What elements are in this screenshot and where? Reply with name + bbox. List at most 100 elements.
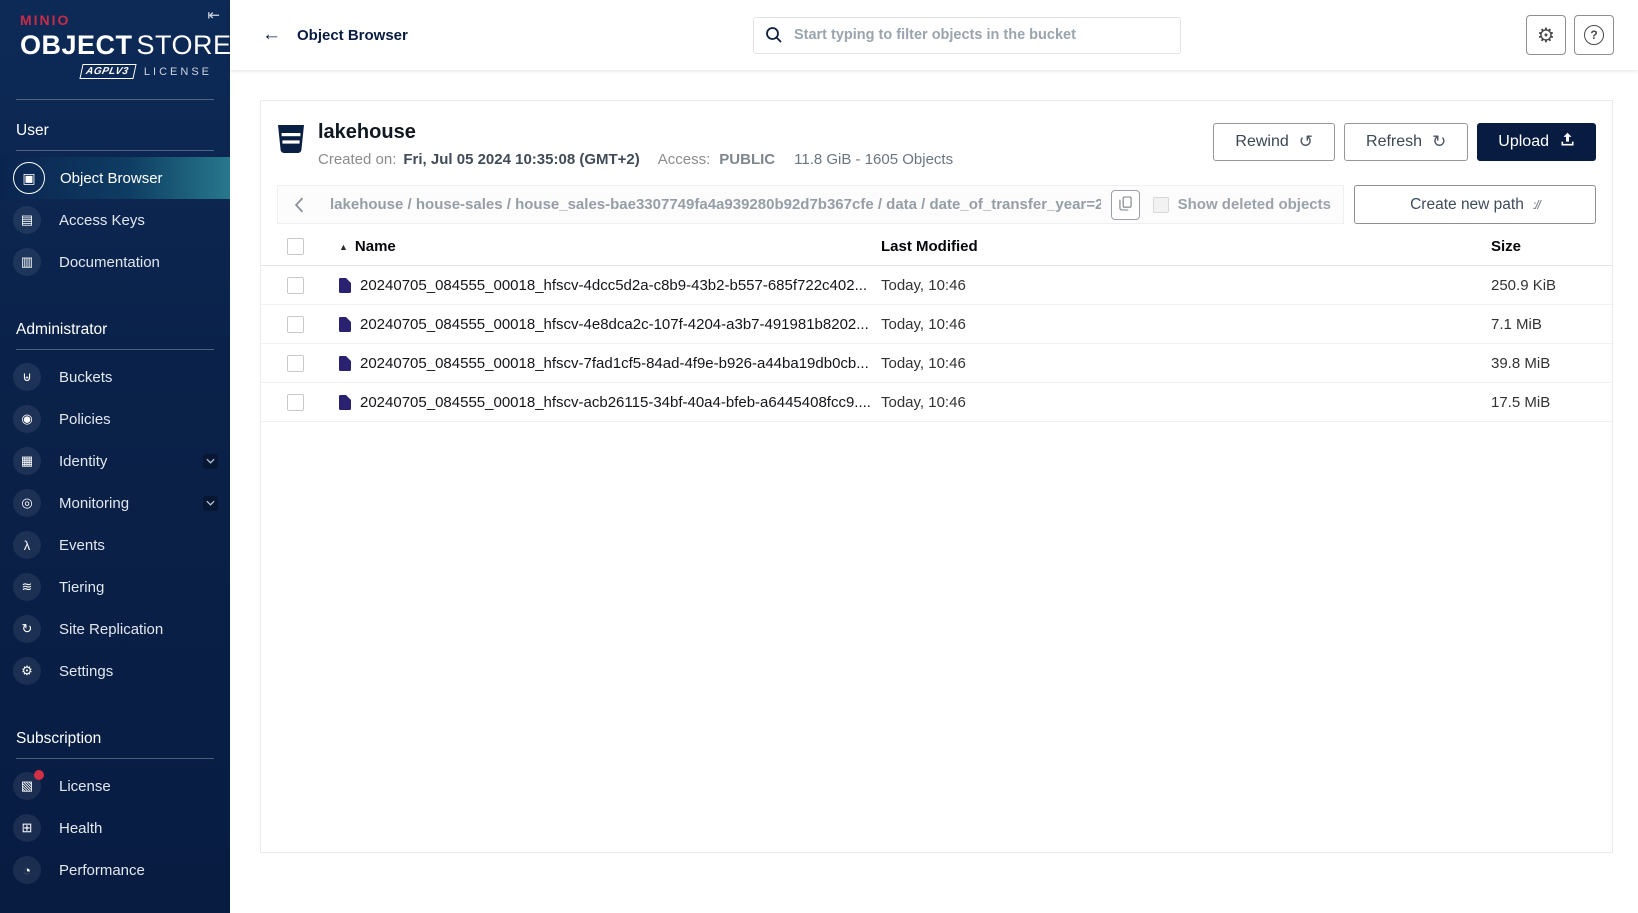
- search-input[interactable]: [753, 17, 1181, 54]
- sidebar-item-label: Events: [59, 537, 105, 554]
- row-checkbox[interactable]: [287, 316, 304, 333]
- access-label: Access:: [658, 151, 711, 168]
- show-deleted-toggle: Show deleted objects: [1153, 196, 1331, 213]
- bucket-usage: 11.8 GiB - 1605 Objects: [794, 151, 953, 168]
- sidebar-item-label: Buckets: [59, 369, 112, 386]
- agpl-badge: AGPLV3: [80, 64, 138, 79]
- object-name[interactable]: 20240705_084555_00018_hfscv-4e8dca2c-107…: [360, 316, 869, 333]
- object-size: 7.1 MiB: [1491, 316, 1596, 333]
- sidebar-item-label: Policies: [59, 411, 111, 428]
- upload-button-label: Upload: [1498, 133, 1549, 151]
- bucket-meta: Created on: Fri, Jul 05 2024 10:35:08 (G…: [318, 151, 1213, 168]
- object-modified: Today, 10:46: [881, 394, 1491, 411]
- copy-path-button[interactable]: [1111, 190, 1140, 220]
- table-row[interactable]: 20240705_084555_00018_hfscv-acb26115-34b…: [261, 383, 1612, 422]
- topbar: ← Object Browser ⚙ ?: [230, 0, 1638, 70]
- settings-gear-button[interactable]: ⚙: [1526, 15, 1566, 55]
- sidebar-item-label: Documentation: [59, 254, 160, 271]
- rewind-button-label: Rewind: [1235, 133, 1288, 151]
- sidebar-item-policies[interactable]: ◉ Policies: [0, 398, 230, 440]
- copy-icon: [1119, 196, 1132, 214]
- sidebar: ⇤ MINIO OBJECTSTORE AGPLV3 LICENSE User …: [0, 0, 230, 913]
- row-checkbox[interactable]: [287, 394, 304, 411]
- section-rule: [16, 758, 214, 759]
- object-name[interactable]: 20240705_084555_00018_hfscv-7fad1cf5-84a…: [360, 355, 869, 372]
- upload-icon: [1560, 132, 1575, 152]
- chevron-down-icon[interactable]: [203, 454, 218, 469]
- license-icon: ▧: [13, 772, 41, 800]
- create-new-path-button[interactable]: Create new path ://: [1354, 185, 1596, 224]
- bucket-browser-card: lakehouse Created on: Fri, Jul 05 2024 1…: [260, 100, 1613, 853]
- objects-table: ▲ Name Last Modified Size 20240705_08455…: [261, 228, 1612, 422]
- back-arrow-icon[interactable]: ←: [262, 24, 281, 46]
- sidebar-item-documentation[interactable]: ▥ Documentation: [0, 241, 230, 283]
- sidebar-item-settings[interactable]: ⚙ Settings: [0, 650, 230, 692]
- create-new-path-label: Create new path: [1410, 196, 1524, 214]
- sidebar-item-license[interactable]: ▧ License: [0, 765, 230, 807]
- object-name[interactable]: 20240705_084555_00018_hfscv-4dcc5d2a-c8b…: [360, 277, 867, 294]
- file-icon: [339, 356, 351, 371]
- upload-button[interactable]: Upload: [1477, 123, 1596, 161]
- name-header-label: Name: [355, 238, 396, 255]
- row-checkbox[interactable]: [287, 277, 304, 294]
- product-name-store: STORE: [137, 30, 232, 60]
- file-icon: [339, 395, 351, 410]
- access-value[interactable]: PUBLIC: [719, 151, 775, 168]
- object-name[interactable]: 20240705_084555_00018_hfscv-acb26115-34b…: [360, 394, 871, 411]
- refresh-button[interactable]: Refresh ↻: [1344, 123, 1468, 161]
- help-button[interactable]: ?: [1574, 15, 1614, 55]
- chevron-down-icon[interactable]: [203, 496, 218, 511]
- access-keys-icon: ▤: [13, 206, 41, 234]
- object-name-cell[interactable]: 20240705_084555_00018_hfscv-acb26115-34b…: [339, 394, 881, 411]
- sidebar-item-site-replication[interactable]: ↻ Site Replication: [0, 608, 230, 650]
- table-row[interactable]: 20240705_084555_00018_hfscv-4e8dca2c-107…: [261, 305, 1612, 344]
- object-size: 250.9 KiB: [1491, 277, 1596, 294]
- sidebar-item-object-browser[interactable]: ▣ Object Browser: [0, 157, 230, 199]
- rewind-icon: ↺: [1299, 132, 1313, 152]
- section-title-subscription: Subscription: [0, 708, 230, 758]
- identity-icon: ▦: [13, 447, 41, 475]
- settings-icon: ⚙: [13, 657, 41, 685]
- product-name-object: OBJECT: [20, 30, 133, 60]
- show-deleted-checkbox[interactable]: [1153, 197, 1169, 213]
- bucket-name: lakehouse: [318, 121, 1213, 144]
- sidebar-item-label: Performance: [59, 862, 145, 879]
- object-name-cell[interactable]: 20240705_084555_00018_hfscv-4e8dca2c-107…: [339, 316, 881, 333]
- help-icon: ?: [1584, 25, 1604, 45]
- sidebar-item-health[interactable]: ⊞ Health: [0, 807, 230, 849]
- sidebar-item-monitoring[interactable]: ◎ Monitoring: [0, 482, 230, 524]
- select-all-checkbox[interactable]: [287, 238, 304, 255]
- content-area: lakehouse Created on: Fri, Jul 05 2024 1…: [230, 70, 1638, 913]
- last-modified-column-header[interactable]: Last Modified: [881, 238, 1491, 255]
- table-row[interactable]: 20240705_084555_00018_hfscv-7fad1cf5-84a…: [261, 344, 1612, 383]
- documentation-icon: ▥: [13, 248, 41, 276]
- sidebar-item-performance[interactable]: ◔ Performance: [0, 849, 230, 891]
- bucket-header: lakehouse Created on: Fri, Jul 05 2024 1…: [261, 101, 1612, 182]
- sidebar-item-label: Monitoring: [59, 495, 129, 512]
- rewind-button[interactable]: Rewind ↺: [1213, 123, 1335, 161]
- object-modified: Today, 10:46: [881, 355, 1491, 372]
- object-browser-icon: ▣: [13, 162, 45, 194]
- page-title: Object Browser: [297, 27, 408, 44]
- name-column-header[interactable]: ▲ Name: [339, 238, 881, 255]
- path-back-chevron-icon[interactable]: [286, 197, 312, 213]
- section-rule: [16, 349, 214, 350]
- object-name-cell[interactable]: 20240705_084555_00018_hfscv-7fad1cf5-84a…: [339, 355, 881, 372]
- section-rule: [16, 150, 214, 151]
- object-name-cell[interactable]: 20240705_084555_00018_hfscv-4dcc5d2a-c8b…: [339, 277, 881, 294]
- sidebar-item-buckets[interactable]: ⊎ Buckets: [0, 356, 230, 398]
- object-size: 17.5 MiB: [1491, 394, 1596, 411]
- sidebar-item-tiering[interactable]: ≋ Tiering: [0, 566, 230, 608]
- file-icon: [339, 317, 351, 332]
- table-row[interactable]: 20240705_084555_00018_hfscv-4dcc5d2a-c8b…: [261, 266, 1612, 305]
- breadcrumb[interactable]: lakehouse / house-sales / house_sales-ba…: [330, 196, 1101, 213]
- sort-ascending-icon[interactable]: ▲: [339, 242, 348, 252]
- sidebar-item-events[interactable]: λ Events: [0, 524, 230, 566]
- row-checkbox[interactable]: [287, 355, 304, 372]
- sidebar-collapse-icon[interactable]: ⇤: [207, 6, 220, 24]
- sidebar-item-identity[interactable]: ▦ Identity: [0, 440, 230, 482]
- events-icon: λ: [13, 531, 41, 559]
- health-icon: ⊞: [13, 814, 41, 842]
- sidebar-item-access-keys[interactable]: ▤ Access Keys: [0, 199, 230, 241]
- size-column-header[interactable]: Size: [1491, 238, 1596, 255]
